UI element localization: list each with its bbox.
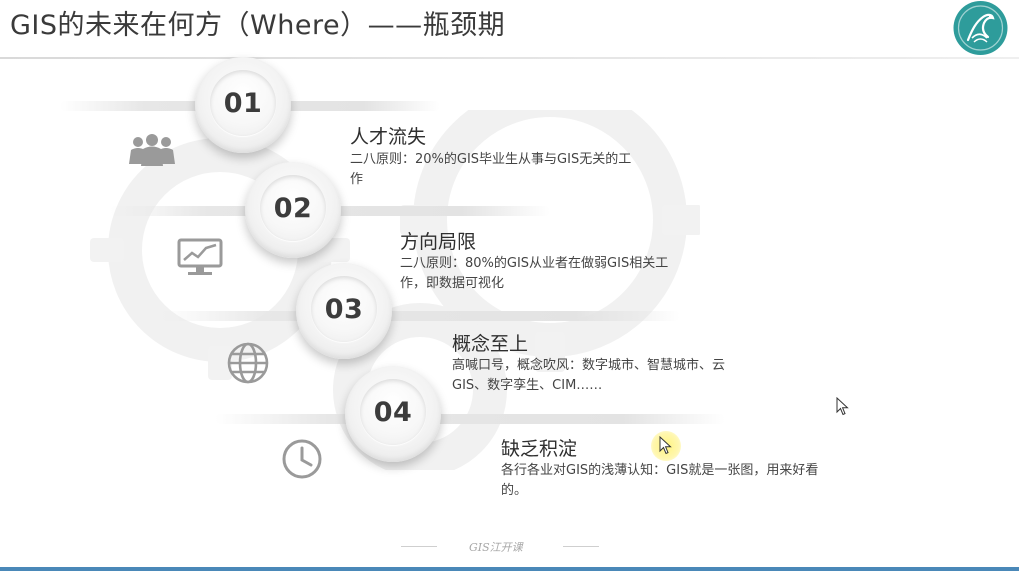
footer-rule-left bbox=[401, 546, 437, 547]
people-group-icon bbox=[129, 134, 175, 166]
title-divider bbox=[0, 57, 1019, 59]
step-circle-2: 02 bbox=[245, 162, 341, 258]
bottom-accent-bar bbox=[0, 567, 1019, 571]
item-desc-4: 各行各业对GIS的浅薄认知：GIS就是一张图，用来好看的。 bbox=[501, 463, 819, 498]
item-title-1: 人才流失 bbox=[350, 126, 427, 148]
slide-title: GIS的未来在何方（Where）——瓶颈期 bbox=[10, 10, 506, 41]
item-title-3: 概念至上 bbox=[452, 333, 529, 355]
item-desc-2: 二八原则：80%的GIS从业者在做弱GIS相关工作，即数据可视化 bbox=[400, 256, 669, 291]
clock-icon bbox=[282, 439, 322, 479]
step-number-2: 02 bbox=[273, 192, 313, 224]
highlighted-cursor-icon bbox=[659, 436, 672, 455]
step-number-3: 03 bbox=[324, 293, 364, 325]
step-circle-1: 01 bbox=[195, 57, 291, 153]
item-band-3 bbox=[160, 311, 680, 321]
footer-signature: GIS江开课 bbox=[469, 541, 523, 554]
step-number-1: 01 bbox=[223, 87, 263, 119]
step-number-4: 04 bbox=[373, 396, 413, 428]
mouse-cursor-icon bbox=[836, 397, 849, 416]
footer-rule-right bbox=[563, 546, 599, 547]
slide: GIS的未来在何方（Where）——瓶颈期 01 人才流失 二八原则：20%的G… bbox=[0, 0, 1019, 571]
item-desc-1: 二八原则：20%的GIS毕业生从事与GIS无关的工作 bbox=[350, 152, 632, 187]
item-title-2: 方向局限 bbox=[400, 231, 477, 253]
item-title-4: 缺乏积淀 bbox=[501, 438, 578, 460]
step-circle-3: 03 bbox=[296, 263, 392, 359]
step-circle-4: 04 bbox=[345, 366, 441, 462]
item-band-4 bbox=[215, 414, 725, 424]
crane-logo-icon bbox=[953, 1, 1008, 55]
item-desc-3: 高喊口号，概念吹风：数字城市、智慧城市、云GIS、数字孪生、CIM…… bbox=[452, 358, 726, 393]
monitor-chart-icon bbox=[177, 238, 223, 275]
globe-icon bbox=[227, 342, 269, 384]
